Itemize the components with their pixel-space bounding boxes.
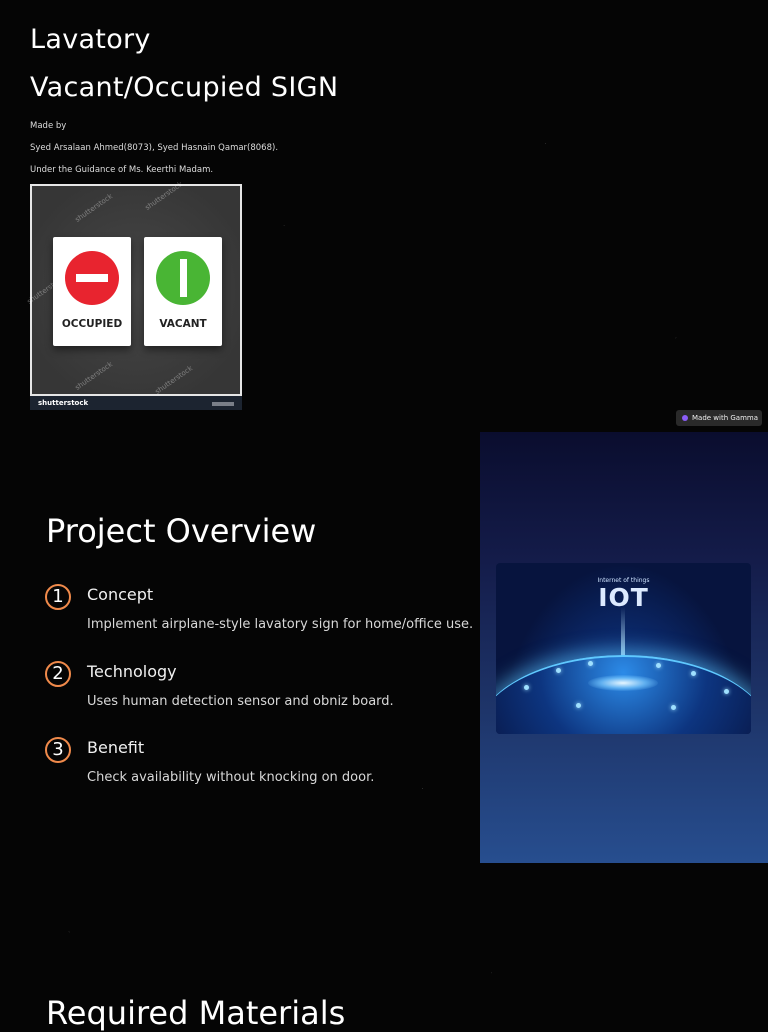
item-title: Concept [87,585,154,604]
network-node-icon [671,705,676,710]
network-node-icon [556,668,561,673]
network-node-icon [576,703,581,708]
network-node-icon [724,689,729,694]
required-materials-title: Required Materials [46,994,346,1032]
occupied-card: OCCUPIED [53,237,131,346]
project-overview-title: Project Overview [46,512,317,550]
gamma-logo-icon [682,415,688,421]
vacant-icon [156,251,210,305]
watermark-text: shutterstock [73,360,115,392]
network-node-icon [588,661,593,666]
item-title: Technology [87,662,177,681]
occupied-label: OCCUPIED [61,318,123,330]
slide-title-line2: Vacant/Occupied SIGN [30,72,339,103]
item-description: Check availability without knocking on d… [87,770,375,785]
sign-image-frame: shutterstock shutterstock shutterstock s… [26,180,242,396]
item-title: Benefit [87,738,145,757]
authors-text: Syed Arsalaan Ahmed(8073), Syed Hasnain … [30,143,279,153]
made-with-gamma-badge[interactable]: Made with Gamma [676,410,762,426]
made-by-label: Made by [30,121,67,131]
network-node-icon [691,671,696,676]
badge-label: Made with Gamma [692,414,759,422]
step-number-badge: 2 [45,661,71,687]
watermark-text: shutterstock [153,364,195,396]
network-node-icon [656,663,661,668]
watermark-text: shutterstock [143,180,185,212]
network-node-icon [524,685,529,690]
footer-id [212,402,234,406]
slide-title-line1: Lavatory [30,24,151,55]
no-entry-icon [65,251,119,305]
item-description: Uses human detection sensor and obniz bo… [87,694,394,709]
iot-panel: Internet of things IOT [480,432,768,863]
step-number-badge: 3 [45,737,71,763]
watermark-text: shutterstock [73,192,115,224]
image-footer-bar: shutterstock [30,396,242,410]
globe-icon [496,655,751,734]
item-description: Implement airplane-style lavatory sign f… [87,617,474,632]
globe-glow [588,675,658,691]
vacant-label: VACANT [159,318,207,330]
footer-brand: shutterstock [38,399,89,407]
vacant-card: VACANT [144,237,222,346]
iot-image: Internet of things IOT [496,563,751,734]
occupied-vacant-sign-image: shutterstock shutterstock shutterstock s… [26,180,242,410]
step-number-badge: 1 [45,584,71,610]
guidance-text: Under the Guidance of Ms. Keerthi Madam. [30,165,214,175]
